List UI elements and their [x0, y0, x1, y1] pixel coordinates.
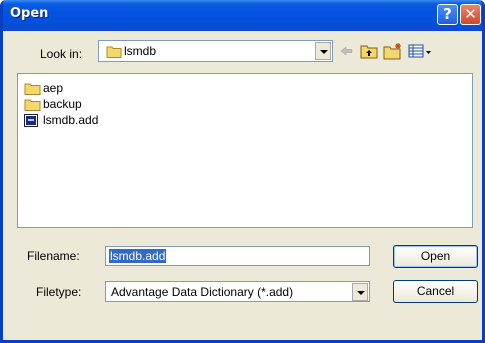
folder-icon — [106, 46, 122, 58]
filetype-dropdown-button[interactable] — [352, 283, 368, 301]
back-arrow-icon[interactable] — [338, 42, 354, 60]
new-folder-icon[interactable] — [383, 42, 403, 60]
list-item-label: lsmdb.add — [43, 113, 99, 127]
cancel-button[interactable]: Cancel — [393, 280, 478, 303]
open-button[interactable]: Open — [393, 245, 478, 268]
folder-icon — [24, 99, 41, 111]
filename-input[interactable]: lsmdb.add — [105, 246, 370, 266]
file-list[interactable]: aep backup lsmdb.add — [17, 73, 473, 228]
look-in-label: Look in: — [40, 47, 83, 61]
dialog-title: Open — [10, 6, 49, 21]
filetype-label: Filetype: — [36, 285, 82, 299]
filetype-combo[interactable]: Advantage Data Dictionary (*.add) — [105, 281, 370, 302]
open-dialog: Open ? ✕ Look in: lsmdb aep backup lsmdb… — [0, 0, 485, 343]
filename-label: Filename: — [27, 249, 80, 263]
help-button[interactable]: ? — [437, 4, 458, 25]
filename-selected-text: lsmdb.add — [109, 249, 167, 263]
title-bar[interactable]: Open ? ✕ — [3, 0, 482, 31]
look-in-combo[interactable]: lsmdb — [98, 40, 333, 62]
list-item-label: backup — [43, 97, 82, 111]
look-in-value: lsmdb — [124, 44, 157, 58]
up-folder-icon[interactable] — [360, 42, 378, 60]
data-dictionary-file-icon — [24, 114, 38, 127]
filetype-value: Advantage Data Dictionary (*.add) — [111, 285, 294, 299]
view-menu-icon[interactable] — [408, 42, 432, 60]
list-item-label: aep — [43, 81, 64, 95]
close-button[interactable]: ✕ — [460, 4, 481, 25]
look-in-dropdown-button[interactable] — [315, 42, 331, 60]
folder-icon — [24, 83, 41, 95]
